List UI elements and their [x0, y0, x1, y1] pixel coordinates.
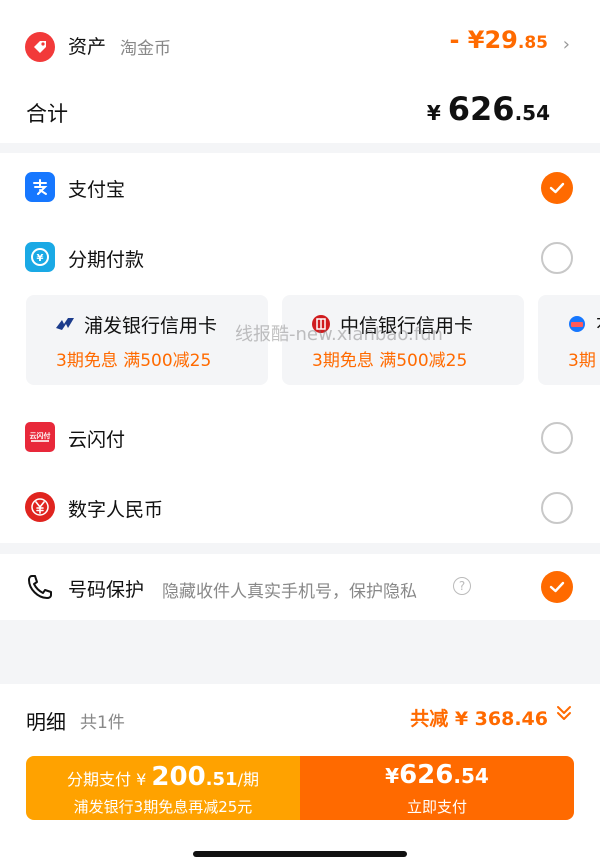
payment-methods-card: 支付宝 ¥ 分期付款 浦发银行信用卡 3期免息 满500减25 中信银行信用卡 …: [0, 153, 600, 543]
assets-row[interactable]: 资产 淘金币 - ¥29.85 ›: [0, 20, 600, 72]
radio-checked-icon[interactable]: [541, 172, 573, 204]
item-count: 共1件: [80, 713, 125, 733]
payment-method-label: 云闪付: [68, 429, 126, 451]
bank-logo-icon: [566, 313, 588, 335]
pay-now-label: 立即支付: [406, 798, 467, 816]
total-discount[interactable]: 共减 ¥ 368.46: [410, 704, 548, 731]
assets-sub-label: 淘金币: [120, 39, 171, 59]
total-label: 合计: [26, 102, 68, 126]
total-row: 合计 ¥ 626.54: [0, 90, 600, 136]
assets-amount: - ¥29.85: [449, 26, 548, 54]
unionpay-icon: 云闪付: [25, 422, 55, 452]
bank-card-third[interactable]: 花 3期: [538, 295, 600, 385]
payment-method-label: 分期付款: [68, 249, 145, 271]
bank-card-promo: 3期免息 满500减25: [312, 351, 468, 371]
svg-text:云闪付: 云闪付: [30, 431, 51, 440]
help-icon[interactable]: ?: [453, 577, 471, 595]
digital-rmb-icon: [25, 492, 55, 522]
installment-amount: 分期支付 ¥ 200.51/期: [67, 762, 259, 792]
chevron-right-icon: ›: [562, 34, 570, 55]
watermark-text: 线报酷-new.xianbao.fun: [235, 324, 443, 345]
summary-card: 资产 淘金币 - ¥29.85 › 合计 ¥ 626.54: [0, 0, 600, 143]
bank-card-name: 花: [596, 311, 600, 338]
total-amount: ¥ 626.54: [426, 90, 550, 128]
radio-unchecked-icon[interactable]: [541, 242, 573, 274]
payment-method-label: 支付宝: [68, 179, 126, 201]
spdb-logo-icon: [54, 313, 76, 335]
bank-card-name: 浦发银行信用卡: [84, 315, 218, 337]
assets-label: 资产: [68, 36, 107, 58]
pay-now-button[interactable]: ¥626.54 立即支付: [300, 756, 574, 820]
detail-label: 明细: [26, 710, 66, 734]
alipay-icon: [25, 172, 55, 202]
home-indicator: [193, 851, 407, 857]
number-protection-row[interactable]: 号码保护 隐藏收件人真实手机号，保护隐私 ?: [0, 554, 600, 620]
phone-icon: [26, 573, 54, 605]
number-protection-desc: 隐藏收件人真实手机号，保护隐私: [162, 582, 417, 602]
coupon-tag-icon: [25, 32, 55, 62]
chevron-down-double-icon[interactable]: [554, 702, 574, 728]
payment-method-installment[interactable]: ¥ 分期付款: [0, 225, 600, 285]
bank-card-spdb[interactable]: 浦发银行信用卡 3期免息 满500减25: [26, 295, 268, 385]
installment-pay-button[interactable]: 分期支付 ¥ 200.51/期 浦发银行3期免息再减25元: [26, 756, 300, 820]
payment-method-label: 数字人民币: [68, 499, 164, 521]
radio-checked-icon[interactable]: [541, 571, 573, 603]
radio-unchecked-icon[interactable]: [541, 492, 573, 524]
payment-method-alipay[interactable]: 支付宝: [0, 155, 600, 215]
payment-method-unionpay[interactable]: 云闪付 云闪付: [0, 405, 600, 465]
payment-method-digital-rmb[interactable]: 数字人民币: [0, 475, 600, 535]
installment-sub-text: 浦发银行3期免息再减25元: [73, 798, 253, 816]
svg-text:¥: ¥: [37, 253, 44, 264]
bank-card-promo: 3期: [568, 351, 596, 371]
radio-unchecked-icon[interactable]: [541, 422, 573, 454]
number-protection-label: 号码保护: [68, 579, 145, 601]
pay-amount: ¥626.54: [385, 760, 489, 790]
installment-icon: ¥: [25, 242, 55, 272]
bank-card-promo: 3期免息 满500减25: [56, 351, 212, 371]
